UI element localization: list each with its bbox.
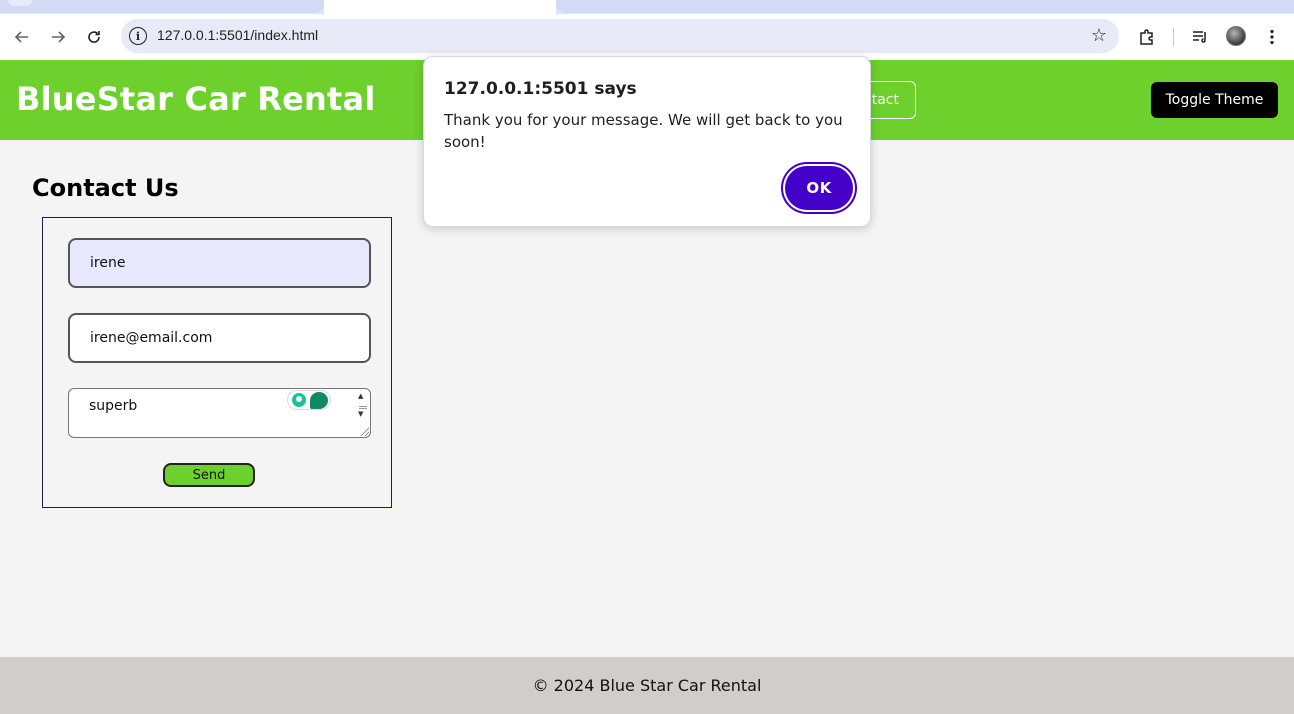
alert-ok-button[interactable]: OK <box>785 166 853 210</box>
tab-active[interactable] <box>324 0 556 14</box>
scroll-up-icon[interactable]: ▲ <box>358 392 363 400</box>
name-field[interactable]: irene <box>68 238 371 288</box>
tab-inactive-left[interactable] <box>0 0 324 13</box>
toolbar-divider <box>1173 28 1174 46</box>
site-footer: © 2024 Blue Star Car Rental <box>0 657 1294 714</box>
alert-title: 127.0.0.1:5501 says <box>444 79 637 99</box>
forward-arrow-icon[interactable] <box>44 23 72 51</box>
scroll-thumb[interactable] <box>359 406 367 409</box>
address-url[interactable]: 127.0.0.1:5501/index.html <box>157 27 318 43</box>
alert-message: Thank you for your message. We will get … <box>444 111 843 151</box>
footer-copyright: © 2024 Blue Star Car Rental <box>532 676 762 695</box>
tab-strip <box>0 0 1294 14</box>
send-button[interactable]: Send <box>163 463 255 487</box>
toggle-theme-button[interactable]: Toggle Theme <box>1151 82 1278 118</box>
message-textarea[interactable]: superb ▲ ▼ <box>68 388 371 438</box>
site-title: BlueStar Car Rental <box>16 80 376 118</box>
media-queue-icon[interactable] <box>1186 23 1214 51</box>
kebab-menu-icon[interactable] <box>1258 23 1286 51</box>
lightbulb-icon[interactable] <box>292 393 306 407</box>
back-arrow-icon[interactable] <box>8 23 36 51</box>
site-info-icon[interactable]: i <box>129 27 147 45</box>
tab-inactive-right[interactable] <box>556 0 1294 13</box>
contact-form: irene irene@email.com superb ▲ ▼ Send <box>42 217 392 508</box>
reload-icon[interactable] <box>80 23 108 51</box>
browser-toolbar: i 127.0.0.1:5501/index.html ☆ <box>0 14 1294 60</box>
bookmark-star-icon[interactable]: ☆ <box>1091 25 1107 46</box>
grammar-assistant-widget[interactable] <box>287 390 331 410</box>
alert-dialog: 127.0.0.1:5501 says Thank you for your m… <box>423 56 871 227</box>
message-text: superb <box>89 398 138 414</box>
tab-favicon-icon <box>8 0 32 6</box>
email-field[interactable]: irene@email.com <box>68 313 371 363</box>
address-bar[interactable]: i 127.0.0.1:5501/index.html ☆ <box>121 19 1119 53</box>
profile-avatar[interactable] <box>1226 26 1246 46</box>
scroll-down-icon[interactable]: ▼ <box>358 410 363 418</box>
extensions-puzzle-icon[interactable] <box>1133 23 1161 51</box>
contact-title: Contact Us <box>32 174 179 202</box>
chat-bubble-icon[interactable] <box>310 392 328 409</box>
resize-grip-icon[interactable] <box>359 426 369 436</box>
